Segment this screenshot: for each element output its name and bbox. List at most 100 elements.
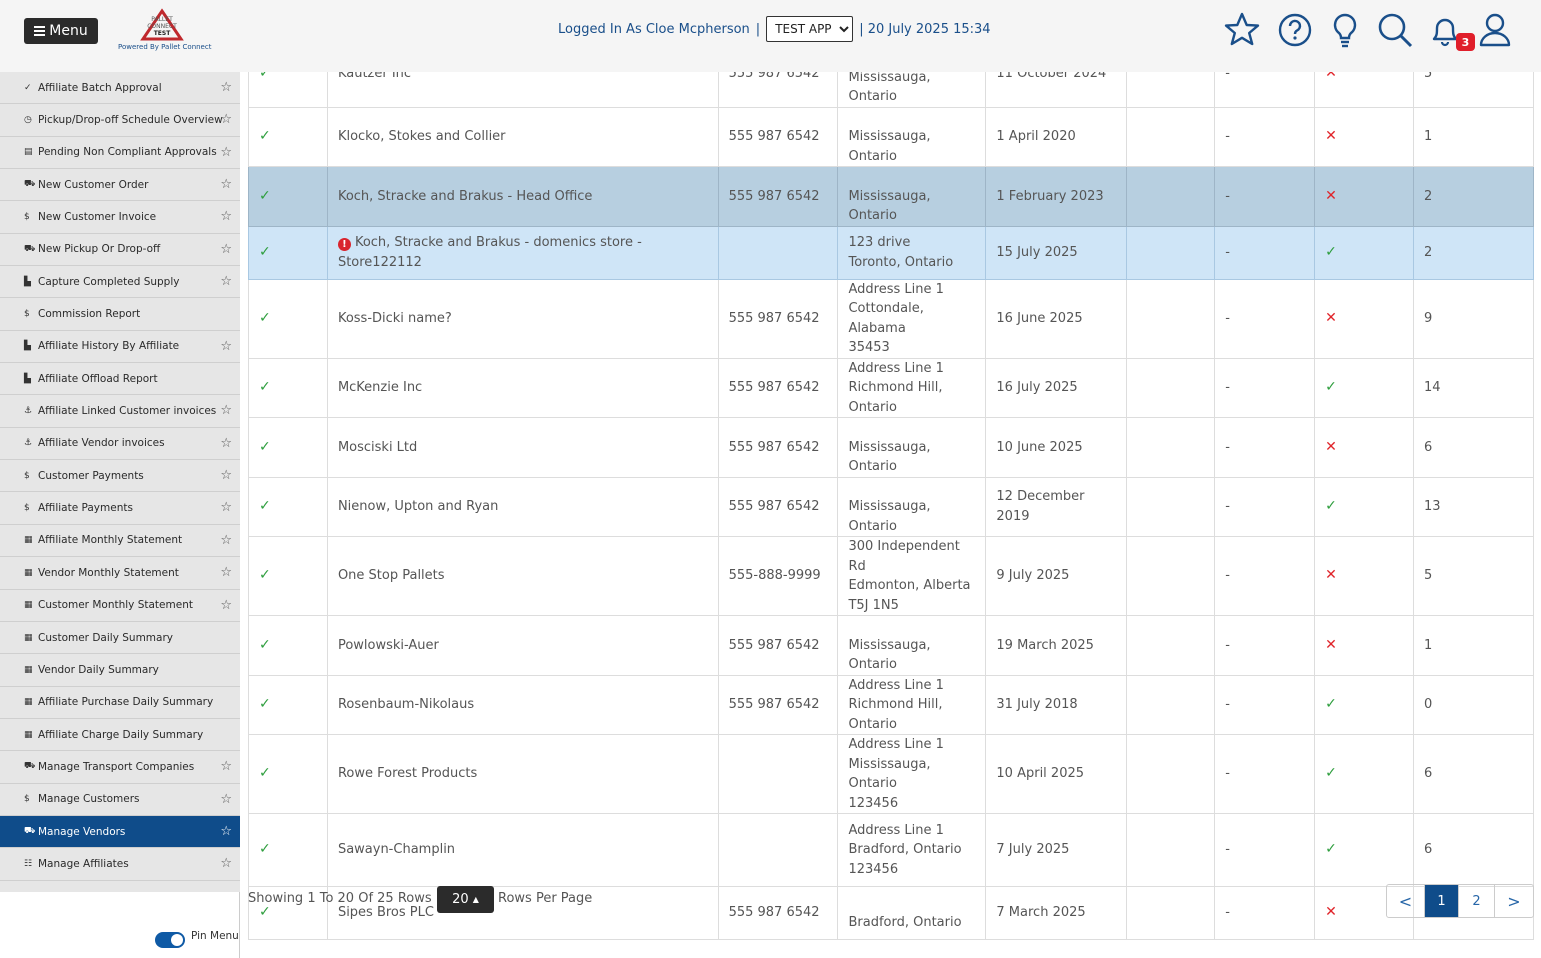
page-button-1[interactable]: 1 xyxy=(1425,885,1459,917)
sidebar-item[interactable]: ⛟ New Pickup Or Drop-off ☆ xyxy=(0,234,240,267)
phone-cell: 555 987 6542 xyxy=(718,477,839,537)
phone-cell xyxy=(718,226,839,280)
count-cell: 9 xyxy=(1413,279,1534,359)
table-row[interactable]: ✓ One Stop Pallets 555-888-9999 300 Indepen… xyxy=(248,536,1534,616)
name-cell: Nienow, Upton and Ryan xyxy=(327,477,719,537)
sidebar-item-icon: $ xyxy=(24,503,30,514)
sidebar-item-label: Pickup/Drop-off Schedule Overview xyxy=(38,114,223,127)
sidebar-item[interactable]: $ Affiliate Payments ☆ xyxy=(0,492,240,525)
favorite-star-icon[interactable]: ☆ xyxy=(220,792,232,807)
search-icon[interactable] xyxy=(1375,10,1415,50)
table-row[interactable]: ✓ Nienow, Upton and Ryan 555 987 6542 Missi… xyxy=(248,477,1534,537)
favorite-star-icon[interactable]: ☆ xyxy=(220,177,232,192)
sidebar-item[interactable]: ✓ Affiliate Batch Approval ☆ xyxy=(0,72,240,105)
sidebar-item[interactable]: ☷ Manage Affiliates ☆ xyxy=(0,848,240,881)
table-row[interactable]: ✓ Powlowski-Auer 555 987 6542 Mississauga, … xyxy=(248,615,1534,676)
sidebar-item[interactable]: ▦ Affiliate Charge Daily Summary xyxy=(0,719,240,752)
sidebar-item[interactable]: ▦ Affiliate Purchase Daily Summary xyxy=(0,687,240,719)
app-select[interactable]: TEST APP xyxy=(766,16,854,42)
session-info: Logged In As Cloe Mcpherson | TEST APP |… xyxy=(558,16,991,42)
phone-cell: 555 987 6542 xyxy=(718,279,839,359)
sidebar-item[interactable]: $ Commission Report xyxy=(0,298,240,331)
pin-menu-toggle[interactable] xyxy=(155,932,185,948)
address-cell: Mississauga, Ontario xyxy=(837,417,987,478)
sidebar-item[interactable]: ⛟ New Customer Order ☆ xyxy=(0,169,240,202)
sidebar-item-label: New Pickup Or Drop-off xyxy=(38,243,161,256)
favorite-star-icon[interactable]: ☆ xyxy=(220,339,232,354)
address-line xyxy=(848,478,975,498)
sidebar-item[interactable]: ▦ Affiliate Monthly Statement ☆ xyxy=(0,525,240,558)
sidebar-footer: Pin Menu xyxy=(0,892,240,958)
table-row[interactable]: ✓ Klocko, Stokes and Collier 555 987 6542 M… xyxy=(248,107,1534,167)
page-button-2[interactable]: 2 xyxy=(1459,885,1495,917)
empty-cell xyxy=(1126,279,1216,359)
favorite-star-icon[interactable]: ☆ xyxy=(220,242,232,257)
favorite-star-icon[interactable]: ☆ xyxy=(220,403,232,418)
sidebar-item[interactable]: ⚓ Affiliate Linked Customer invoices ☆ xyxy=(0,395,240,428)
sidebar-item[interactable]: ▙ Affiliate History By Affiliate ☆ xyxy=(0,331,240,364)
table-row[interactable]: ✓ Mosciski Ltd 555 987 6542 Mississauga, On… xyxy=(248,417,1534,478)
sidebar-item[interactable]: ⛟ Manage Transport Companies ☆ xyxy=(0,751,240,784)
sidebar-item[interactable]: $ Manage Customers ☆ xyxy=(0,784,240,816)
address-line: Richmond Hill, Ontario xyxy=(848,697,943,732)
favorite-star-icon[interactable]: ☆ xyxy=(220,824,232,839)
favorite-star-icon[interactable]: ☆ xyxy=(220,856,232,871)
address-line: Bradford, Ontario xyxy=(848,842,962,858)
favorite-star-icon[interactable]: ☆ xyxy=(220,112,232,127)
next-page-button[interactable]: > xyxy=(1495,885,1533,917)
date-cell: 15 July 2025 xyxy=(985,226,1128,280)
address-line: Address Line 1 xyxy=(848,360,944,376)
sidebar-item[interactable]: ▙ Capture Completed Supply ☆ xyxy=(0,266,240,299)
table-row[interactable]: ✓ Koch, Stracke and Brakus - Head Office 5… xyxy=(248,166,1534,227)
user-profile-icon[interactable] xyxy=(1475,10,1515,50)
menu-button[interactable]: Menu xyxy=(24,18,98,44)
favorite-star-icon[interactable]: ☆ xyxy=(220,274,232,289)
app-logo[interactable]: PALLET CONNECT TEST Powered By Pallet Co… xyxy=(118,8,211,56)
favorite-star-icon[interactable]: ☆ xyxy=(220,80,232,95)
table-row[interactable]: ✓ McKenzie Inc 555 987 6542 Address Line 1 R… xyxy=(248,358,1534,418)
dash-cell: - xyxy=(1214,226,1316,280)
help-icon[interactable] xyxy=(1275,10,1315,50)
flag-cell: ✓ xyxy=(1314,477,1415,537)
favorite-star-icon[interactable]: ☆ xyxy=(220,533,232,548)
check-icon: ✓ xyxy=(259,243,271,260)
favorite-star-icon[interactable]: ☆ xyxy=(220,565,232,580)
sidebar-item[interactable]: ▙ Affiliate Offload Report xyxy=(0,363,240,396)
lightbulb-icon[interactable] xyxy=(1325,10,1365,50)
sidebar-item[interactable]: ▦ Customer Monthly Statement ☆ xyxy=(0,590,240,622)
sidebar-item-icon: ▦ xyxy=(24,697,33,708)
rows-per-page-dropdown[interactable]: 20 ▲ xyxy=(437,886,494,913)
table-row[interactable]: ✓ Rosenbaum-Nikolaus 555 987 6542 Address L… xyxy=(248,675,1534,735)
svg-text:TEST: TEST xyxy=(154,30,172,37)
favorite-star-icon[interactable]: ☆ xyxy=(220,500,232,515)
sidebar-item[interactable]: ▤ Pending Non Compliant Approvals ☆ xyxy=(0,137,240,170)
sidebar-item-label: Affiliate Offload Report xyxy=(38,372,158,385)
sidebar-item-label: Affiliate Vendor invoices xyxy=(38,437,165,450)
sidebar-item[interactable]: ⚓ Affiliate Vendor invoices ☆ xyxy=(0,428,240,461)
dash-cell: - xyxy=(1214,166,1316,227)
favorite-star-icon[interactable]: ☆ xyxy=(220,468,232,483)
sidebar-item[interactable]: ▦ Vendor Monthly Statement ☆ xyxy=(0,557,240,590)
favorite-star-icon[interactable]: ☆ xyxy=(220,209,232,224)
favorite-star-icon[interactable]: ☆ xyxy=(220,598,232,613)
sidebar-item[interactable]: $ Customer Payments ☆ xyxy=(0,460,240,493)
table-row[interactable]: ✓ Koss-Dicki name? 555 987 6542 Address Lin… xyxy=(248,279,1534,359)
favorite-star-icon[interactable]: ☆ xyxy=(220,759,232,774)
sidebar-item[interactable]: ▦ Vendor Daily Summary xyxy=(0,654,240,687)
address-line: Mississauga, Ontario xyxy=(848,499,931,534)
favorite-star-icon[interactable]: ☆ xyxy=(220,436,232,451)
sidebar-item[interactable]: ⛟ Manage Vendors ☆ xyxy=(0,815,240,849)
check-icon: ✓ xyxy=(259,765,271,782)
sidebar-item[interactable]: ◷ Pickup/Drop-off Schedule Overview ☆ xyxy=(0,104,240,137)
favorite-star-icon[interactable]: ☆ xyxy=(220,145,232,160)
vendor-name: Powlowski-Auer xyxy=(337,637,439,653)
name-cell: Koch, Stracke and Brakus - Head Office xyxy=(327,166,719,227)
table-row[interactable]: ✓ Rowe Forest Products Address Line 1 Missi… xyxy=(248,734,1534,814)
sidebar-item[interactable]: $ New Customer Invoice ☆ xyxy=(0,201,240,234)
prev-page-button[interactable]: < xyxy=(1387,885,1425,917)
favorites-star-icon[interactable] xyxy=(1222,10,1262,50)
sidebar-item[interactable]: ▦ Customer Daily Summary xyxy=(0,622,240,655)
address-line: Address Line 1 xyxy=(848,737,944,752)
table-row[interactable]: ✓ Sawayn-Champlin Address Line 1 Bradford, … xyxy=(248,813,1534,887)
table-row[interactable]: ✓! Koch, Stracke and Brakus - domenics st… xyxy=(248,226,1534,280)
